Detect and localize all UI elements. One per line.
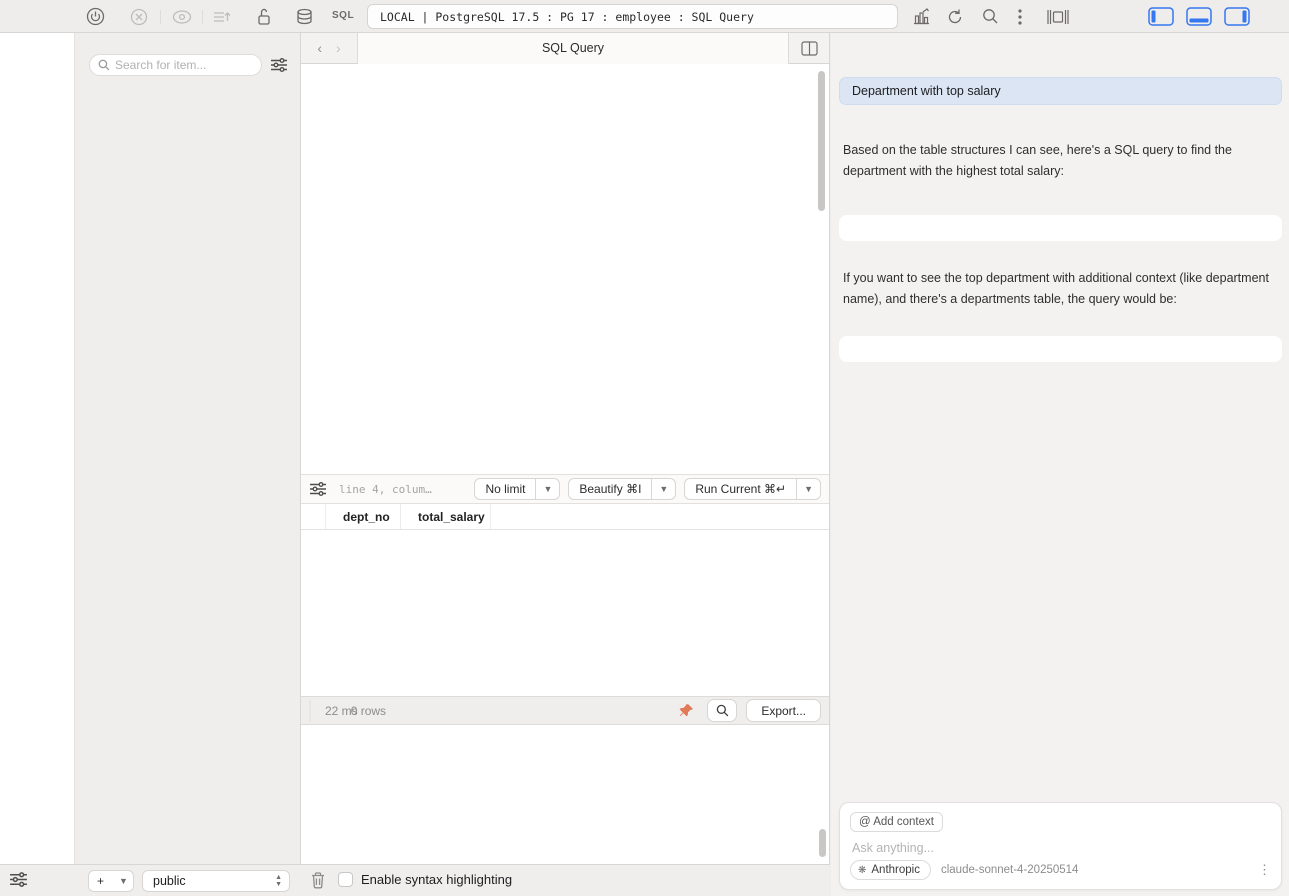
select-chevrons-icon: ▲▼ [275,874,289,888]
bottom-bar: + ▼ public ▲▼ Enable syntax highlighting [0,864,830,896]
toggle-bottom-panel-button[interactable] [1186,7,1212,26]
sidebar-tabs [75,33,300,43]
editor-column: ‹ › SQL Query line 4, colum… No limit ▼ … [300,33,830,864]
eye-icon [172,6,192,27]
sidebar-settings-icon[interactable] [9,871,28,888]
editor-tab[interactable]: SQL Query [357,33,789,64]
model-name: claude-sonnet-4-20250514 [941,864,1078,876]
editor-settings-icon[interactable] [309,481,327,497]
checkbox[interactable] [338,872,353,887]
assistant-reply-text: Based on the table structures I can see,… [839,140,1282,182]
chart-icon[interactable] [912,6,931,27]
enable-syntax-checkbox[interactable]: Enable syntax highlighting [338,872,512,887]
assistant-reply-text: If you want to see the top department wi… [839,268,1282,310]
row-count: 0 rows [351,704,386,718]
more-menu-icon[interactable] [1018,6,1022,27]
pin-icon[interactable] [674,699,698,723]
provider-icon: ❋ [858,865,866,876]
add-item-button[interactable]: + ▼ [88,870,134,892]
message-text [301,725,829,730]
filter-icon[interactable] [270,57,288,73]
toggle-left-panel-button[interactable] [1148,7,1174,26]
zoom-window-button[interactable] [70,10,83,23]
assistant-panel-tabs [831,33,1289,44]
search-placeholder: Search for item... [115,58,206,72]
message-scrollbar[interactable] [819,829,826,857]
forward-button[interactable]: › [336,40,341,56]
trash-icon[interactable] [310,871,326,889]
cursor-position: line 4, colum… [339,483,466,496]
results-header: dept_no total_salary [301,504,829,530]
results-tabs [309,699,311,722]
log-list-icon [212,6,232,27]
assistant-input-card[interactable]: @ Add context Ask anything... ❋ Anthropi… [839,802,1282,890]
ask-input-placeholder[interactable]: Ask anything... [852,841,934,855]
editor-scrollbar[interactable] [818,71,825,211]
connection-dock [0,33,75,864]
window-title: LOCAL | PostgreSQL 17.5 : PG 17 : employ… [367,4,898,29]
chevron-down-icon: ▼ [536,484,559,494]
connection-icon[interactable] [86,6,105,27]
limit-dropdown[interactable]: No limit ▼ [474,478,560,500]
refresh-icon[interactable] [946,6,964,27]
assistant-panel: Department with top salary Based on the … [831,33,1289,896]
title-bar: SQL LOCAL | PostgreSQL 17.5 : PG 17 : em… [0,0,1289,33]
input-more-icon[interactable]: ⋮ [1258,862,1271,878]
find-in-results-button[interactable] [707,699,737,722]
results-grid[interactable]: dept_no total_salary [301,504,829,696]
chevron-down-icon: ▼ [797,484,820,494]
search-icon [98,59,110,71]
results-tab-bar: 22 ms 0 rows Export... [301,696,829,725]
column-header-total-salary[interactable]: total_salary [401,504,491,529]
lock-icon[interactable] [256,6,272,27]
toolbar-divider [160,10,161,24]
disconnect-icon [130,6,148,27]
close-window-button[interactable] [30,10,43,23]
toolbar-divider [202,10,203,24]
sql-badge: SQL [332,10,354,21]
chevron-down-icon: ▼ [652,484,675,494]
user-message-bubble: Department with top salary [839,77,1282,105]
minimize-window-button[interactable] [50,10,63,23]
window-layout-icon[interactable] [1046,6,1070,27]
toggle-right-panel-button[interactable] [1224,7,1250,26]
sql-editor[interactable] [301,64,829,474]
assistant-code-block [839,215,1282,241]
add-context-chip[interactable]: @ Add context [850,812,943,832]
search-input[interactable]: Search for item... [89,54,262,76]
schema-select[interactable]: public ▲▼ [142,870,290,892]
search-icon [716,704,729,717]
editor-tab-bar: ‹ › SQL Query [301,33,829,64]
message-panel[interactable] [301,725,829,865]
column-header-dept-no[interactable]: dept_no [326,504,401,529]
editor-status-bar: line 4, colum… No limit ▼ Beautify ⌘I ▼ … [301,474,829,504]
export-button[interactable]: Export... [746,699,821,722]
chevron-down-icon: ▼ [112,876,135,886]
search-icon[interactable] [982,6,999,27]
back-button[interactable]: ‹ [317,40,322,56]
database-icon[interactable] [296,6,313,27]
beautify-dropdown[interactable]: Beautify ⌘I ▼ [568,478,676,500]
run-current-dropdown[interactable]: Run Current ⌘↵ ▼ [684,478,821,500]
query-stats: 22 ms 0 rows [325,704,386,718]
provider-chip[interactable]: ❋ Anthropic [850,860,931,880]
object-tree [75,76,300,88]
split-view-icon[interactable] [789,41,829,56]
assistant-code-block [839,336,1282,362]
sidebar: Search for item... [75,33,300,864]
